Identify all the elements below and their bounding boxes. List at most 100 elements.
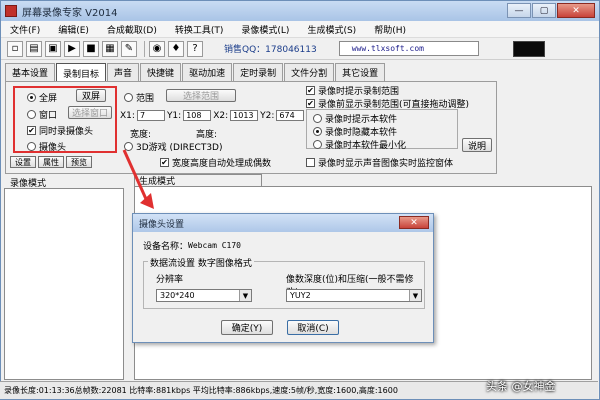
tab-scheduled[interactable]: 定时录制	[233, 63, 284, 81]
preview-button[interactable]: 预览	[66, 156, 92, 168]
region-radio[interactable]	[124, 93, 133, 102]
minimize-software-label: 录像时本软件最小化	[325, 141, 407, 151]
region-option[interactable]: 范围	[124, 91, 154, 104]
menu-bar: 文件(F) 编辑(E) 合成截取(D) 转换工具(T) 录像模式(L) 生成模式…	[1, 21, 599, 38]
x1-input[interactable]: 7	[136, 110, 165, 121]
settings-button[interactable]: 设置	[10, 156, 36, 168]
x2-input[interactable]: 1013	[230, 110, 259, 121]
camera-radio[interactable]	[27, 142, 36, 151]
coordinates-row: X1: 7 Y1: 108 X2: 1013 Y2: 674	[120, 110, 306, 121]
game-3d-label: 3D游戏 (DIRECT3D)	[136, 143, 223, 153]
region-label: 范围	[136, 94, 155, 104]
resolution-select[interactable]: 320*240 ▼	[156, 289, 252, 302]
tab-driver-accel[interactable]: 驱动加速	[182, 63, 233, 81]
open-file-icon[interactable]: ▤	[26, 40, 42, 57]
toolbar: ▫ ▤ ▣ ▶ ■ ▦ ✎ ◉ ♦ ? 销售QQ：178046113 www.t…	[1, 38, 599, 60]
watermark: 头条 @女神金	[486, 380, 556, 393]
fullscreen-radio[interactable]	[27, 93, 36, 102]
width-label: 宽度:	[130, 130, 152, 140]
window-radio[interactable]	[27, 110, 36, 119]
camera-option[interactable]: 摄像头	[27, 140, 66, 153]
record-mode-header: 录像模式	[10, 178, 47, 189]
auto-even-label: 宽度高度自动处理成偶数	[172, 159, 272, 169]
minimize-button[interactable]: —	[507, 3, 531, 18]
globe-icon[interactable]: ◉	[149, 40, 165, 57]
minimize-software-radio[interactable]	[313, 140, 322, 149]
auto-even-option[interactable]: ✔ 宽度高度自动处理成偶数	[160, 156, 271, 169]
tab-record-target[interactable]: 录制目标	[56, 63, 107, 82]
tab-other-settings[interactable]: 其它设置	[335, 63, 386, 81]
ok-button[interactable]: 确定(Y)	[221, 320, 273, 335]
record-camera-label: 同时录摄像头	[39, 127, 94, 137]
x1-label: X1:	[120, 110, 135, 121]
tab-file-split[interactable]: 文件分割	[284, 63, 335, 81]
show-range-checkbox[interactable]: ✔	[306, 86, 315, 95]
menu-record-mode[interactable]: 录像模式(L)	[232, 23, 298, 36]
show-range-label: 录像时提示录制范围	[318, 87, 400, 97]
tool-icon[interactable]: ✎	[121, 40, 137, 57]
menu-file[interactable]: 文件(F)	[1, 23, 49, 36]
y2-label: Y2:	[260, 110, 275, 121]
camera-settings-dialog: 摄像头设置 ✕ 设备名称： Webcam C170 数据流设置 数字图像格式 分…	[132, 213, 434, 343]
play-icon[interactable]: ▶	[64, 40, 80, 57]
depth-select[interactable]: YUY2 ▼	[286, 289, 422, 302]
title-bar: 屏幕录像专家 V2014 — ▢ ✕	[1, 1, 599, 21]
device-label: 设备名称：	[143, 242, 189, 252]
gen-mode-header[interactable]: 生成模式	[134, 174, 262, 187]
folder-icon[interactable]: ▦	[102, 40, 118, 57]
minimize-software-option[interactable]: 录像时本软件最小化	[313, 138, 406, 151]
menu-gen-mode[interactable]: 生成模式(S)	[298, 23, 365, 36]
dialog-close-button[interactable]: ✕	[399, 216, 429, 229]
explain-button[interactable]: 说明	[462, 138, 492, 152]
tab-sound[interactable]: 声音	[107, 63, 140, 81]
device-row: 设备名称： Webcam C170	[143, 239, 241, 252]
select-region-button[interactable]: 选择范围	[166, 89, 236, 102]
chevron-down-icon[interactable]: ▼	[409, 290, 421, 301]
show-range-before-checkbox[interactable]: ✔	[306, 99, 315, 108]
menu-help[interactable]: 帮助(H)	[365, 23, 415, 36]
tab-basic-settings[interactable]: 基本设置	[5, 63, 56, 81]
hide-software-option[interactable]: 录像时隐藏本软件	[313, 125, 397, 138]
menu-compose[interactable]: 合成截取(D)	[98, 23, 166, 36]
tab-hotkeys[interactable]: 快捷键	[140, 63, 182, 81]
y1-label: Y1:	[166, 110, 182, 121]
y2-input[interactable]: 674	[276, 110, 305, 121]
menu-edit[interactable]: 编辑(E)	[49, 23, 98, 36]
new-file-icon[interactable]: ▫	[7, 40, 23, 57]
save-icon[interactable]: ▣	[45, 40, 61, 57]
window-option[interactable]: 窗口	[27, 108, 57, 121]
close-button[interactable]: ✕	[557, 3, 595, 18]
dual-screen-button[interactable]: 双屏	[76, 89, 106, 102]
fullscreen-option[interactable]: 全屏	[27, 91, 57, 104]
show-range-option[interactable]: ✔ 录像时提示录制范围	[306, 84, 399, 97]
sound-monitor-option[interactable]: 录像时显示声音图像实时监控窗体	[306, 156, 453, 169]
auto-even-checkbox[interactable]: ✔	[160, 158, 169, 167]
tab-bar: 基本设置 录制目标 声音 快捷键 驱动加速 定时录制 文件分割 其它设置	[5, 63, 386, 82]
resolution-label: 分辨率	[156, 275, 184, 285]
game-3d-radio[interactable]	[124, 142, 133, 151]
select-window-button[interactable]: 选择窗口	[68, 106, 112, 119]
window-title: 屏幕录像专家 V2014	[22, 7, 118, 19]
record-mode-list[interactable]	[4, 188, 124, 380]
window-label: 窗口	[39, 111, 58, 121]
game-3d-option[interactable]: 3D游戏 (DIRECT3D)	[124, 140, 223, 153]
stop-icon[interactable]: ■	[83, 40, 99, 57]
maximize-button[interactable]: ▢	[532, 3, 556, 18]
y1-input[interactable]: 108	[183, 110, 212, 121]
record-camera-option[interactable]: ✔ 同时录摄像头	[27, 124, 93, 137]
properties-button[interactable]: 属性	[38, 156, 64, 168]
cancel-button[interactable]: 取消(C)	[287, 320, 339, 335]
status-text: 录像长度:01:13:36总帧数:22081 比特率:881kbps 平均比特率…	[4, 386, 398, 395]
key-icon[interactable]: ♦	[168, 40, 184, 57]
website-url[interactable]: www.tlxsoft.com	[338, 41, 479, 56]
record-camera-checkbox[interactable]: ✔	[27, 126, 36, 135]
chevron-down-icon[interactable]: ▼	[239, 290, 251, 301]
dialog-title: 摄像头设置	[133, 214, 433, 232]
show-software-radio[interactable]	[313, 114, 322, 123]
show-software-option[interactable]: 录像时提示本软件	[313, 112, 397, 125]
help-icon[interactable]: ?	[187, 40, 203, 57]
color-preview-box	[512, 40, 545, 57]
menu-convert[interactable]: 转换工具(T)	[166, 23, 233, 36]
sound-monitor-checkbox[interactable]	[306, 158, 315, 167]
hide-software-radio[interactable]	[313, 127, 322, 136]
